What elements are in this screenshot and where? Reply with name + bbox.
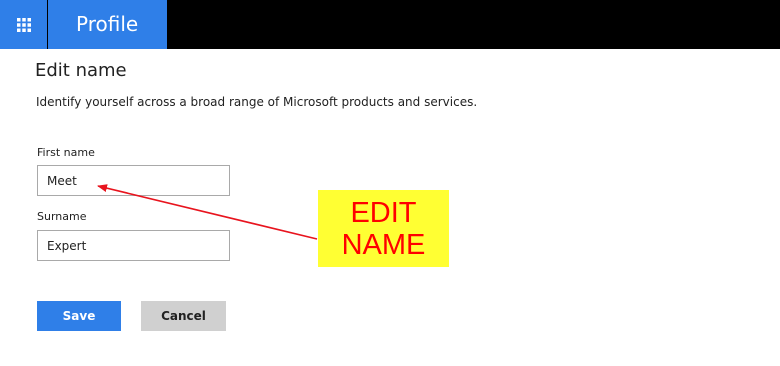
profile-header-title[interactable]: Profile <box>48 0 167 49</box>
app-grid-icon <box>16 17 31 32</box>
surname-input[interactable] <box>37 230 230 261</box>
save-button[interactable]: Save <box>37 301 121 331</box>
edit-name-callout: EDIT NAME <box>318 190 449 267</box>
surname-label: Surname <box>37 210 87 223</box>
first-name-input[interactable] <box>37 165 230 196</box>
callout-line-1: EDIT <box>350 196 417 229</box>
first-name-label: First name <box>37 146 95 159</box>
callout-line-2: NAME <box>341 228 426 261</box>
cancel-button[interactable]: Cancel <box>141 301 226 331</box>
app-launcher-button[interactable] <box>0 0 47 49</box>
page-description: Identify yourself across a broad range o… <box>36 95 478 109</box>
page-title: Edit name <box>35 60 127 81</box>
top-bar: Profile <box>0 0 780 49</box>
